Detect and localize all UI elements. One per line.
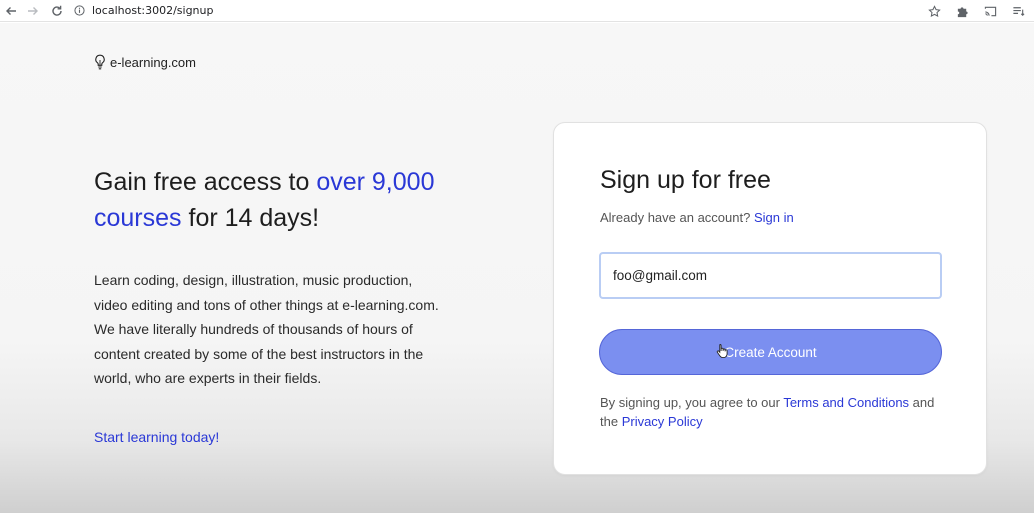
create-account-label: Create Account xyxy=(724,344,817,360)
bookmark-button[interactable] xyxy=(922,0,946,22)
hero-text-end: for 14 days! xyxy=(181,204,320,232)
reload-icon xyxy=(52,5,62,16)
reading-list-icon xyxy=(1012,6,1024,16)
hero-text-start: Gain free access to xyxy=(94,168,317,196)
arrow-left-icon xyxy=(6,6,16,15)
terms-link[interactable]: Terms and Conditions xyxy=(783,395,909,410)
signup-card: Sign up for free Already have an account… xyxy=(553,122,987,475)
cast-button[interactable] xyxy=(978,0,1002,22)
extensions-button[interactable] xyxy=(950,0,974,22)
create-account-button[interactable]: Create Account xyxy=(599,329,942,375)
signup-page: e-learning.com Gain free access to over … xyxy=(0,23,1034,513)
hero-heading: Gain free access to over 9,000 courses f… xyxy=(94,164,474,236)
forward-button[interactable] xyxy=(22,0,44,22)
arrow-right-icon xyxy=(28,6,38,15)
already-account-label: Already have an account? xyxy=(600,210,751,225)
cast-icon xyxy=(984,6,996,16)
already-account-text: Already have an account? Sign in xyxy=(600,210,794,225)
brand-name: e-learning.com xyxy=(110,54,196,70)
signup-title: Sign up for free xyxy=(600,166,771,194)
info-icon[interactable] xyxy=(74,5,85,16)
address-bar[interactable]: localhost:3002/signup xyxy=(74,1,964,20)
terms-prefix: By signing up, you agree to our xyxy=(600,395,784,410)
brand-logo[interactable]: e-learning.com xyxy=(94,54,196,70)
reload-button[interactable] xyxy=(46,0,68,22)
hero-description: Learn coding, design, illustration, musi… xyxy=(94,272,439,386)
reading-list-button[interactable] xyxy=(1006,0,1030,22)
privacy-link[interactable]: Privacy Policy xyxy=(622,414,703,429)
puzzle-icon xyxy=(957,6,968,17)
lightbulb-icon xyxy=(95,54,105,70)
terms-notice: By signing up, you agree to our Terms an… xyxy=(600,393,950,431)
browser-toolbar: localhost:3002/signup xyxy=(0,0,1034,22)
start-learning-link[interactable]: Start learning today! xyxy=(94,429,219,445)
star-icon xyxy=(927,4,941,17)
back-button[interactable] xyxy=(0,0,22,22)
url-text: localhost:3002/signup xyxy=(92,4,214,17)
hand-cursor-icon xyxy=(716,344,728,359)
sign-in-link[interactable]: Sign in xyxy=(754,210,794,225)
email-field[interactable] xyxy=(599,252,942,299)
